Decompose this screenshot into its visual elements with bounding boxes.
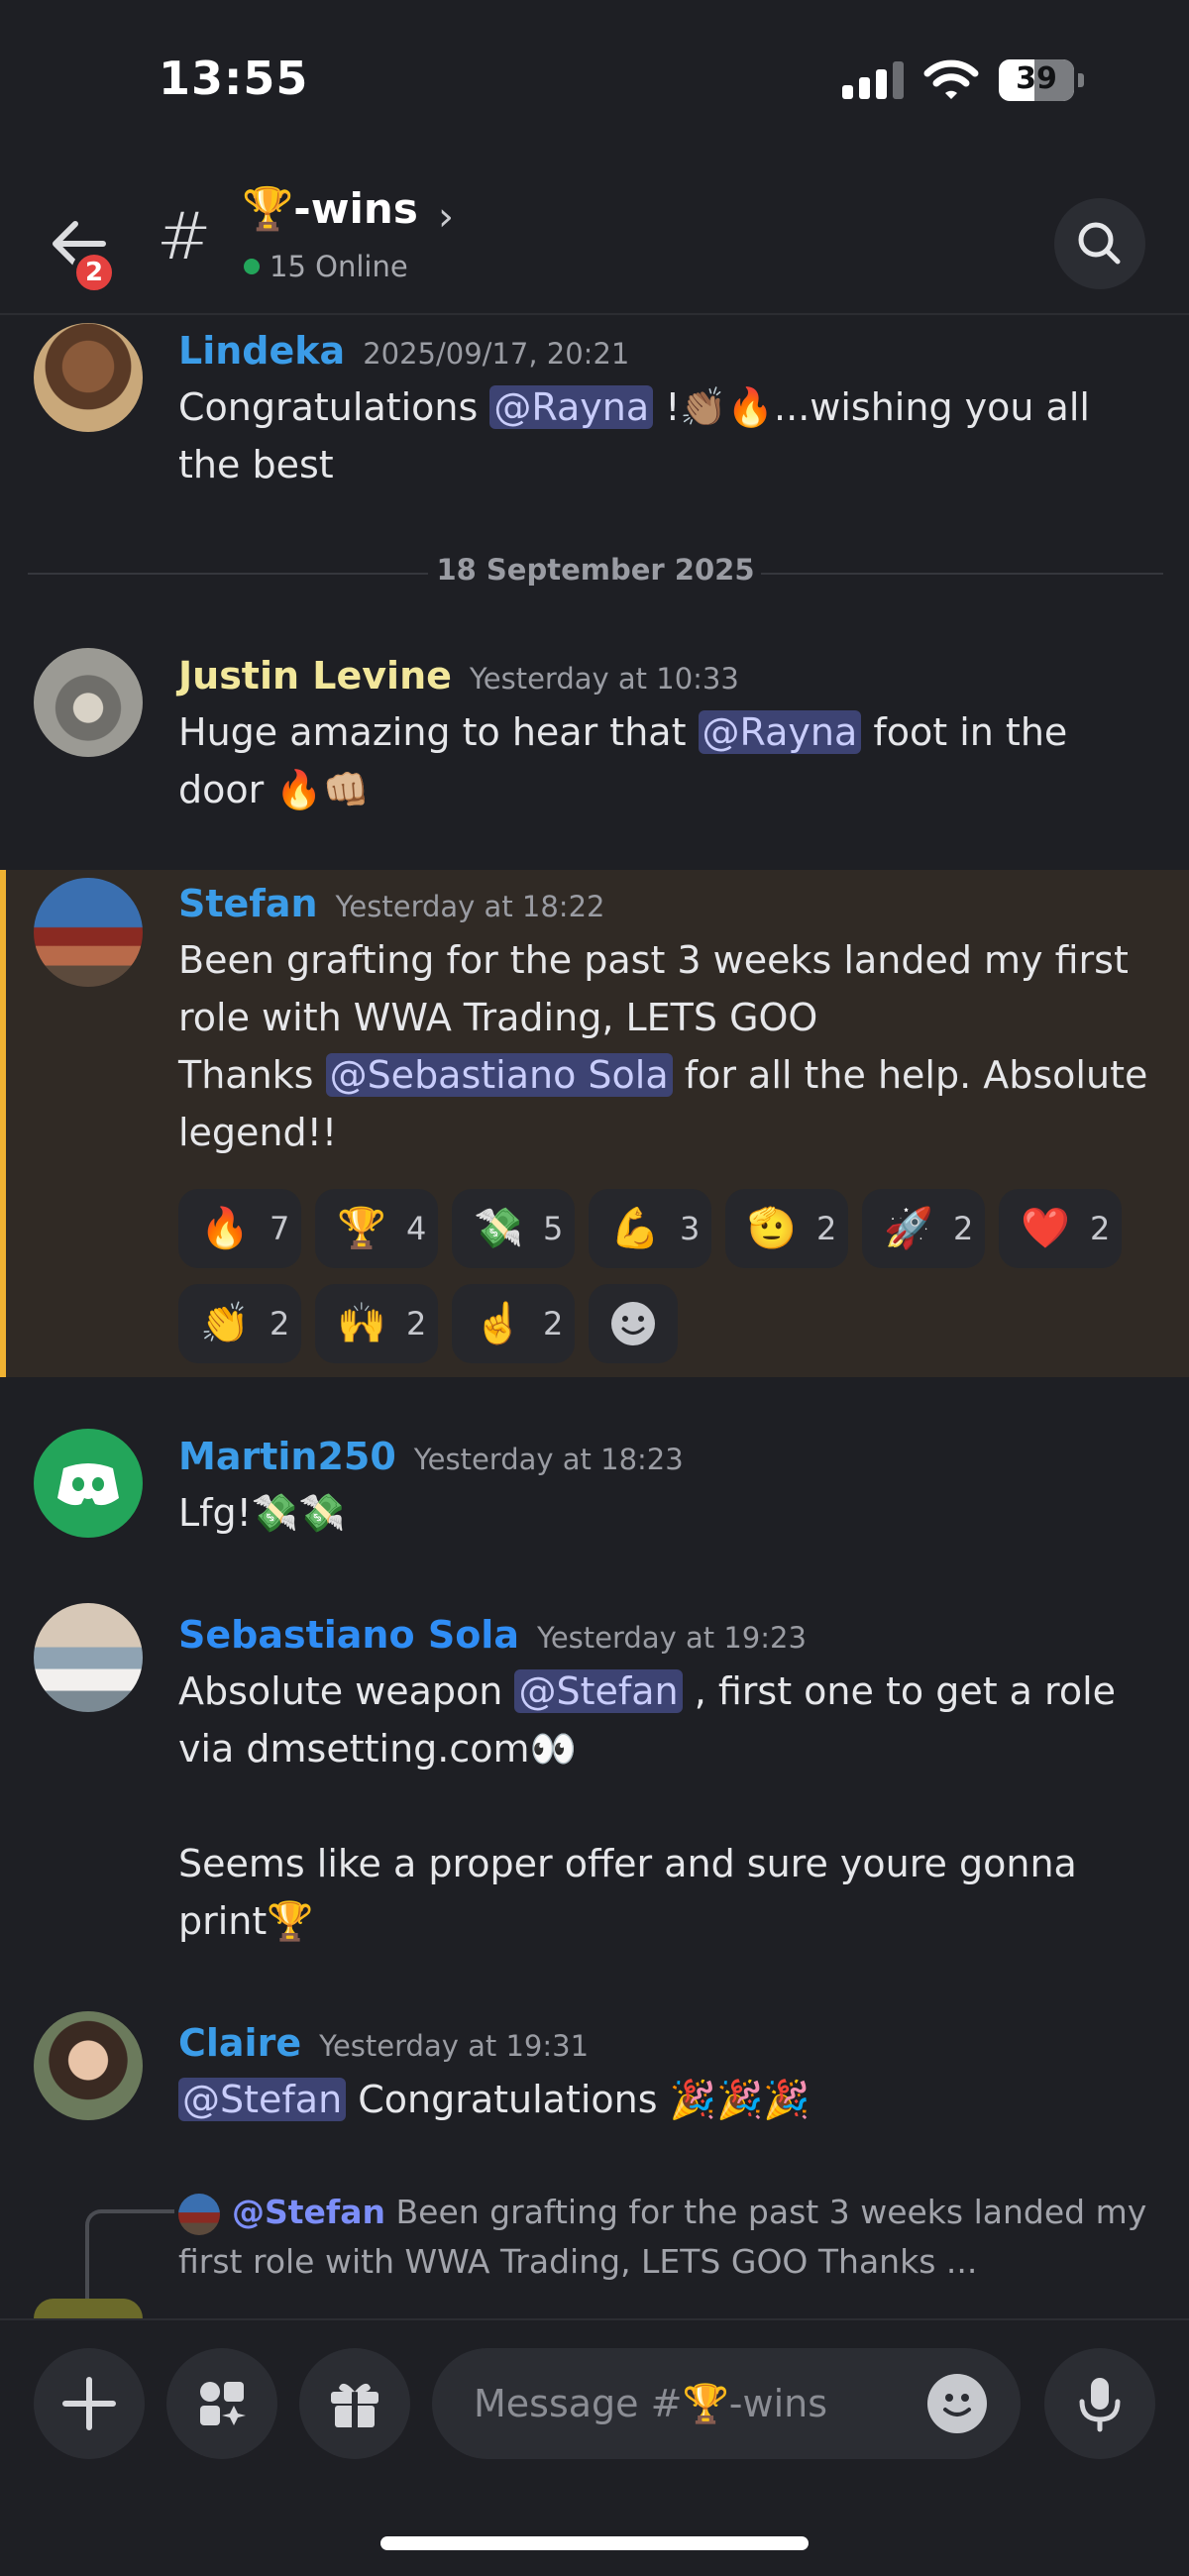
cellular-signal-icon xyxy=(842,61,906,99)
timestamp: Yesterday at 19:31 xyxy=(319,2029,590,2063)
clock: 13:55 xyxy=(159,52,309,105)
mention[interactable]: @Stefan xyxy=(178,2078,347,2121)
search-icon xyxy=(1078,222,1121,265)
apps-icon xyxy=(200,2382,246,2425)
message-list[interactable]: Lindeka 2025/09/17, 20:21 Congratulations… xyxy=(0,317,1189,2318)
gift-icon xyxy=(331,2383,378,2427)
message-text: Huge amazing to hear that @Rayna foot in… xyxy=(178,710,1068,811)
avatar[interactable] xyxy=(34,323,143,432)
reaction-trophy[interactable]: 🏆 4 xyxy=(315,1189,438,1268)
voice-message-button[interactable] xyxy=(1044,2348,1155,2459)
avatar[interactable] xyxy=(34,648,143,757)
timestamp: Yesterday at 19:23 xyxy=(536,1621,807,1655)
reply-preview[interactable]: @Stefan Been grafting for the past 3 wee… xyxy=(178,2188,1159,2287)
timestamp: Yesterday at 10:33 xyxy=(469,662,739,696)
channel-name[interactable]: 🏆-wins xyxy=(242,184,418,234)
reaction-money[interactable]: 💸 5 xyxy=(452,1189,575,1268)
timestamp: Yesterday at 18:23 xyxy=(413,1443,684,1476)
message-text: Congratulations @Rayna !👏🏽🔥...wishing yo… xyxy=(178,385,1090,486)
timestamp: Yesterday at 18:22 xyxy=(335,890,605,923)
message-text: Been grafting for the past 3 weeks lande… xyxy=(178,938,1148,1154)
add-reaction-button[interactable] xyxy=(589,1284,678,1363)
online-label: 15 Online xyxy=(270,250,408,283)
avatar-partial xyxy=(34,2299,143,2318)
unread-badge: 2 xyxy=(71,250,117,295)
mention[interactable]: @Rayna xyxy=(489,385,654,429)
reply-author[interactable]: @Stefan xyxy=(232,2193,385,2231)
message-input[interactable]: Message #🏆-wins xyxy=(432,2348,1021,2459)
status-bar: 13:55 39 xyxy=(0,0,1189,168)
reply-connector xyxy=(85,2209,174,2299)
message-text: Absolute weapon @Stefan , first one to g… xyxy=(178,1669,1117,1943)
smiley-icon xyxy=(943,2394,971,2416)
date-divider: 18 September 2025 xyxy=(28,553,1163,592)
apps-button[interactable] xyxy=(166,2348,277,2459)
search-button[interactable] xyxy=(1054,198,1145,289)
chevron-right-icon[interactable]: › xyxy=(438,194,454,240)
online-dot-icon xyxy=(244,259,260,274)
avatar[interactable] xyxy=(34,1603,143,1712)
smiley-icon xyxy=(611,1302,655,1345)
reaction-fire[interactable]: 🔥 7 xyxy=(178,1189,301,1268)
username[interactable]: Lindeka 2025/09/17, 20:21 xyxy=(178,329,629,373)
reaction-point-up[interactable]: ☝️ 2 xyxy=(452,1284,575,1363)
message-text: @Stefan Congratulations 🎉🎉🎉 xyxy=(178,2071,1159,2128)
timestamp: 2025/09/17, 20:21 xyxy=(363,337,630,371)
username[interactable]: Martin250 Yesterday at 18:23 xyxy=(178,1435,684,1478)
username[interactable]: Claire Yesterday at 19:31 xyxy=(178,2021,589,2065)
emoji-button[interactable] xyxy=(927,2374,987,2433)
add-attachment-button[interactable] xyxy=(34,2348,145,2459)
reaction-heart[interactable]: ❤️ 2 xyxy=(999,1189,1122,1268)
reaction-clap[interactable]: 👏 2 xyxy=(178,1284,301,1363)
battery-level: 39 xyxy=(1016,61,1057,96)
reaction-rocket[interactable]: 🚀 2 xyxy=(862,1189,985,1268)
username[interactable]: Justin Levine Yesterday at 10:33 xyxy=(178,654,739,698)
mention[interactable]: @Rayna xyxy=(698,710,862,754)
username[interactable]: Stefan Yesterday at 18:22 xyxy=(178,882,604,925)
message-text: Lfg!💸💸 xyxy=(178,1491,346,1535)
plus-icon xyxy=(62,2377,116,2430)
message-placeholder: Message #🏆-wins xyxy=(474,2382,828,2425)
avatar[interactable] xyxy=(34,1429,143,1538)
avatar[interactable] xyxy=(34,2011,143,2120)
reply-avatar xyxy=(178,2193,220,2235)
mention[interactable]: @Sebastiano Sola xyxy=(325,1053,673,1097)
discord-logo-icon xyxy=(57,1463,119,1506)
online-count: 15 Online xyxy=(244,250,408,283)
message-composer: Message #🏆-wins xyxy=(0,2318,1189,2497)
microphone-icon xyxy=(1079,2378,1121,2432)
wifi-icon xyxy=(923,59,979,99)
gift-button[interactable] xyxy=(299,2348,410,2459)
username[interactable]: Sebastiano Sola Yesterday at 19:23 xyxy=(178,1613,807,1657)
home-indicator[interactable] xyxy=(380,2536,809,2550)
battery-icon: 39 xyxy=(999,59,1084,101)
channel-header: 2 # 🏆-wins › 15 Online xyxy=(0,168,1189,315)
reaction-raised-hands[interactable]: 🙌 2 xyxy=(315,1284,438,1363)
hashtag-icon: # xyxy=(157,198,212,274)
mention[interactable]: @Stefan xyxy=(514,1669,683,1713)
reaction-salute[interactable]: 🫡 2 xyxy=(725,1189,848,1268)
reaction-muscle[interactable]: 💪 3 xyxy=(589,1189,711,1268)
avatar[interactable] xyxy=(34,878,143,987)
